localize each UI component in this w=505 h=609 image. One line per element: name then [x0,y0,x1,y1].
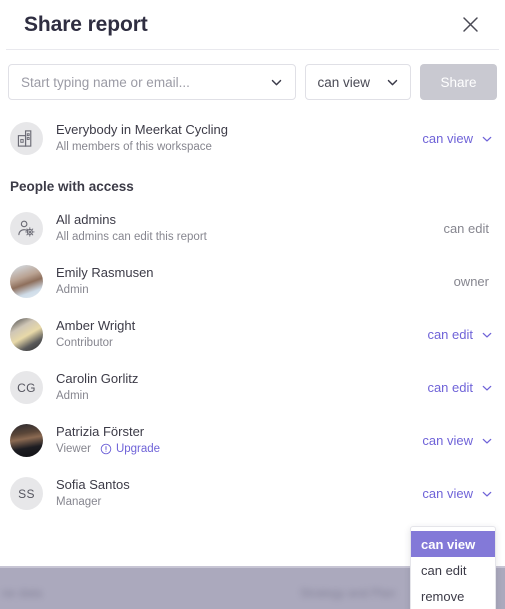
person-text: Sofia Santos Manager [56,477,422,510]
person-subtitle: Manager [56,496,102,508]
person-permission-value: can edit [427,380,473,395]
chevron-down-icon [482,491,492,497]
workspace-text: Everybody in Meerkat Cycling All members… [56,122,422,155]
person-permission-label: can edit [443,221,493,236]
person-permission-value: can view [422,433,473,448]
person-subtitle-row: All admins can edit this report [56,229,443,245]
workspace-subtitle: All members of this workspace [56,141,212,153]
person-subtitle: Viewer [56,443,91,455]
close-icon[interactable] [457,12,483,38]
person-name: Emily Rasmusen [56,265,154,280]
dropdown-item[interactable]: can view [411,531,495,557]
people-list: All admins All admins can edit this repor… [0,202,505,520]
people-section-heading: People with access [10,179,134,194]
search-input-wrapper[interactable] [8,64,297,100]
dialog-header: Share report [0,0,505,49]
person-subtitle-row: Admin [56,282,454,298]
person-permission-select[interactable]: can edit [427,327,493,342]
person-subtitle: Contributor [56,337,113,349]
person-row: Amber Wright Contributor can edit [8,308,497,361]
person-text: Amber Wright Contributor [56,318,427,351]
person-text: Emily Rasmusen Admin [56,265,454,298]
default-permission-select[interactable]: can view [305,64,411,100]
person-gear-icon [10,212,43,245]
chevron-down-icon [270,76,283,89]
workspace-name: Everybody in Meerkat Cycling [56,122,228,137]
person-name: Patrizia Förster [56,424,145,439]
person-subtitle-row: Viewer Upgrade [56,441,422,457]
chevron-down-icon [386,76,399,89]
share-button[interactable]: Share [420,64,497,100]
chevron-down-icon [482,136,492,142]
person-row: All admins All admins can edit this repor… [8,202,497,255]
person-row: CG Carolin Gorlitz Admin can edit [8,361,497,414]
person-permission-value: can view [422,486,473,501]
chevron-down-icon [482,385,492,391]
avatar-initials: SS [18,486,35,501]
person-name: Sofia Santos [56,477,130,492]
dropdown-item[interactable]: remove [411,583,495,609]
alert-circle-icon [100,443,112,455]
person-row: Emily Rasmusen Admin owner [8,255,497,308]
person-row: Patrizia Förster Viewer Upgrade can view [8,414,497,467]
person-permission-value: can edit [427,327,473,342]
person-subtitle-row: Admin [56,388,427,404]
dropdown-item[interactable]: can edit [411,557,495,583]
person-permission-label: owner [454,274,493,289]
office-building-icon [10,122,43,155]
workspace-section: Everybody in Meerkat Cycling All members… [0,112,505,165]
chevron-down-icon [482,332,492,338]
upgrade-link[interactable]: Upgrade [100,441,160,457]
share-form: can view Share [0,50,505,112]
person-text: Patrizia Förster Viewer Upgrade [56,424,422,457]
avatar-initials: CG [17,380,36,395]
person-permission-value: owner [453,274,489,289]
avatar: SS [10,477,43,510]
avatar [10,424,43,457]
person-permission-select[interactable]: can edit [427,380,493,395]
person-subtitle-row: Contributor [56,335,427,351]
person-name: Carolin Gorlitz [56,371,139,386]
default-permission-value: can view [317,74,370,90]
backdrop-text-right: Strategy and Plan [300,586,396,600]
workspace-row: Everybody in Meerkat Cycling All members… [8,112,497,165]
person-name: All admins [56,212,116,227]
person-subtitle: Admin [56,390,89,402]
person-permission-select[interactable]: can view [422,486,493,501]
person-name: Amber Wright [56,318,136,333]
person-row: SS Sofia Santos Manager can view [8,467,497,520]
share-report-dialog: ne data Strategy and Plan Share report S… [0,0,505,609]
person-subtitle: Admin [56,284,89,296]
person-subtitle: All admins can edit this report [56,231,207,243]
permission-dropdown-menu: can view can edit remove [410,526,496,609]
person-permission-value: can edit [443,221,489,236]
backdrop-text-left: ne data [2,586,43,600]
avatar: CG [10,371,43,404]
page-title: Share report [24,12,148,36]
person-text: Carolin Gorlitz Admin [56,371,427,404]
person-subtitle-row: Manager [56,494,422,510]
workspace-permission-select[interactable]: can view [422,131,493,146]
chevron-down-icon [482,438,492,444]
person-permission-select[interactable]: can view [422,433,493,448]
person-text: All admins All admins can edit this repor… [56,212,443,245]
upgrade-label: Upgrade [115,443,161,455]
avatar [10,318,43,351]
workspace-permission-value: can view [422,131,473,146]
search-input[interactable] [21,74,265,90]
avatar [10,265,43,298]
